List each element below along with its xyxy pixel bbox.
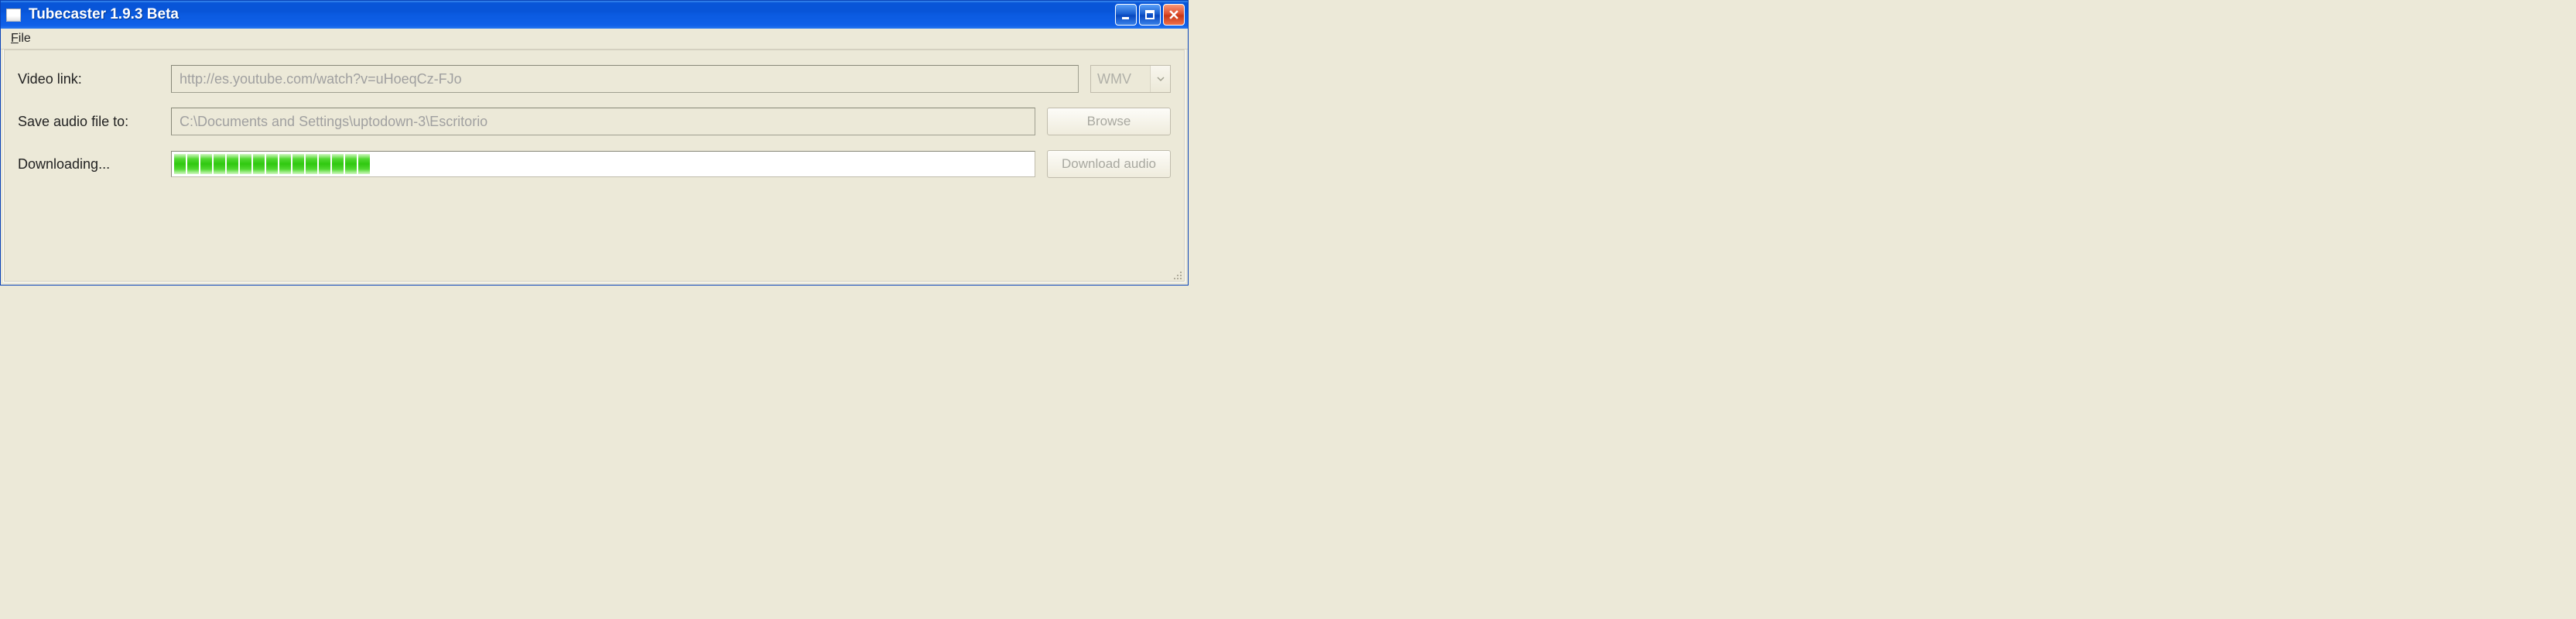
progress-block	[279, 154, 291, 174]
save-path-input[interactable]	[171, 108, 1035, 135]
progress-block	[174, 154, 186, 174]
progress-bar	[171, 151, 1035, 177]
download-audio-button[interactable]: Download audio	[1047, 150, 1171, 178]
progress-block	[227, 154, 238, 174]
progress-controls: Download audio	[171, 150, 1171, 178]
close-icon	[1168, 9, 1179, 20]
progress-block	[332, 154, 344, 174]
status-label: Downloading...	[18, 156, 171, 173]
window-title: Tubecaster 1.9.3 Beta	[29, 6, 1115, 23]
progress-block	[240, 154, 251, 174]
row-progress: Downloading... Download audio	[18, 150, 1171, 178]
titlebar[interactable]: Tubecaster 1.9.3 Beta	[1, 1, 1188, 29]
maximize-button[interactable]	[1139, 4, 1161, 26]
menubar: File	[1, 29, 1188, 50]
app-window: Tubecaster 1.9.3 Beta File	[0, 0, 1189, 286]
progress-block	[187, 154, 199, 174]
progress-block	[292, 154, 304, 174]
row-save-to: Save audio file to: Browse	[18, 108, 1171, 135]
progress-block	[200, 154, 212, 174]
label-video-link: Video link:	[18, 71, 171, 87]
menu-file[interactable]: File	[5, 30, 36, 47]
progress-block	[253, 154, 265, 174]
menu-file-rest: ile	[19, 32, 31, 45]
video-link-input[interactable]	[171, 65, 1079, 93]
browse-button[interactable]: Browse	[1047, 108, 1171, 135]
label-save-to: Save audio file to:	[18, 114, 171, 130]
resize-grip-icon[interactable]	[1171, 268, 1183, 281]
progress-block	[358, 154, 370, 174]
maximize-icon	[1144, 9, 1155, 20]
app-icon	[6, 9, 21, 22]
progress-block	[345, 154, 357, 174]
close-button[interactable]	[1163, 4, 1185, 26]
minimize-button[interactable]	[1115, 4, 1137, 26]
progress-block	[214, 154, 225, 174]
progress-block	[266, 154, 278, 174]
chevron-down-icon	[1150, 66, 1170, 92]
format-select[interactable]: WMV	[1090, 65, 1171, 93]
video-link-controls: WMV	[171, 65, 1171, 93]
minimize-icon	[1120, 9, 1131, 20]
format-selected-text: WMV	[1091, 71, 1150, 87]
progress-block	[306, 154, 317, 174]
content-panel: Video link: WMV Save audio file to: Brow…	[3, 50, 1185, 282]
save-to-controls: Browse	[171, 108, 1171, 135]
window-controls	[1115, 4, 1185, 26]
row-video-link: Video link: WMV	[18, 65, 1171, 93]
progress-block	[319, 154, 330, 174]
